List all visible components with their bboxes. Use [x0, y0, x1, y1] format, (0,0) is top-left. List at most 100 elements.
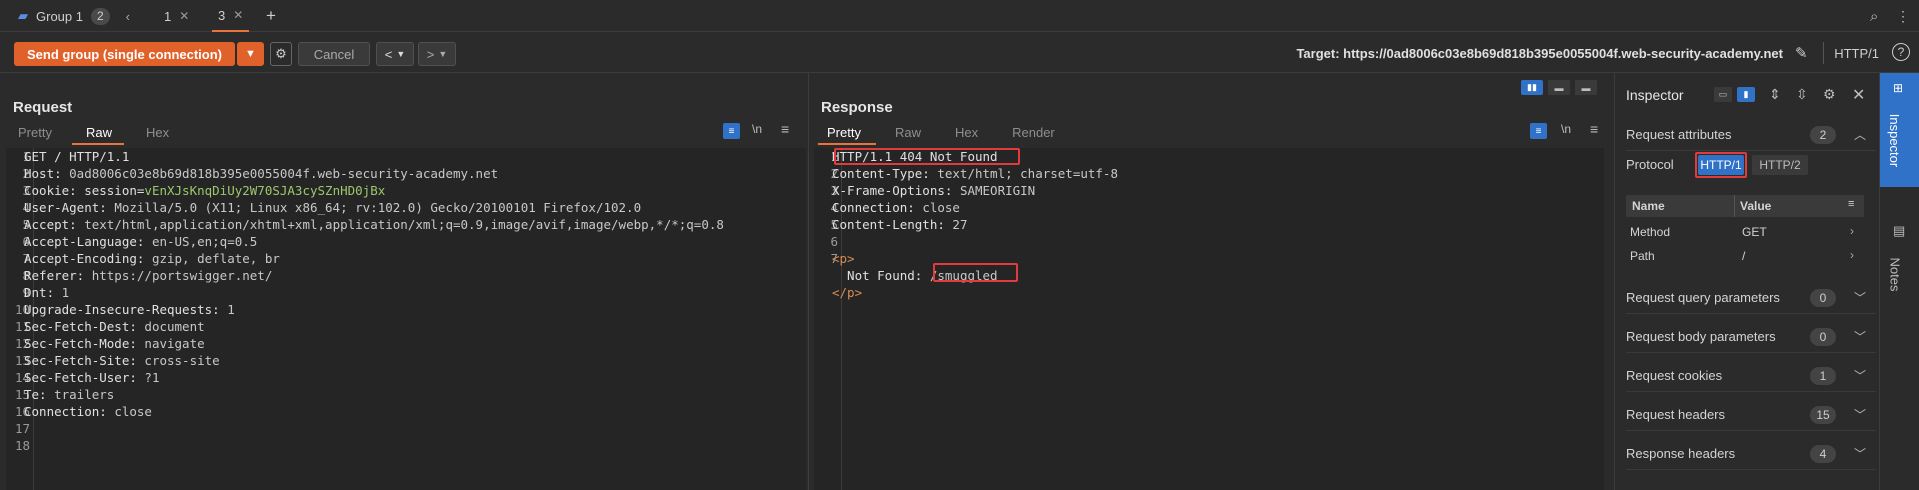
- active-tab-indicator: [72, 143, 124, 145]
- count-badge: 0: [1810, 288, 1836, 307]
- toolbar-divider: [1823, 42, 1824, 64]
- tab-pretty[interactable]: Pretty: [1, 125, 69, 140]
- edit-pencil-icon[interactable]: ✎: [1795, 44, 1808, 62]
- inspector-side-tab[interactable]: ⊞ Inspector: [1880, 73, 1919, 187]
- add-tab-button[interactable]: +: [266, 0, 276, 32]
- line-key: Accept-Encoding:: [24, 251, 152, 266]
- tab-hex[interactable]: Hex: [938, 125, 995, 140]
- table-row[interactable]: Path / ›: [1626, 245, 1864, 267]
- inspector-layout-icon[interactable]: ▭: [1714, 87, 1732, 102]
- response-view-tabs: Pretty Raw Hex Render: [810, 125, 1072, 140]
- line-value: vEnXJsKnqDiUy2W70SJA3cySZnHD0jBx: [144, 183, 386, 198]
- layout-side-by-side-icon[interactable]: ▮▮: [1521, 80, 1543, 95]
- chevron-down-icon: ﹀: [1853, 447, 1866, 461]
- send-group-button[interactable]: Send group (single connection): [14, 42, 235, 66]
- close-icon[interactable]: ✕: [1852, 85, 1865, 105]
- request-editor[interactable]: 1 GET / HTTP/1.1 2 Host: 0ad8006c03e8b69d81…: [6, 148, 806, 490]
- code-line: Dnt: 1: [24, 285, 69, 300]
- tab-hex[interactable]: Hex: [129, 125, 186, 140]
- send-dropdown-chevron-icon[interactable]: ▼: [237, 42, 264, 66]
- side-panel-tabs: ⊞ Inspector ▤ Notes: [1879, 73, 1919, 490]
- attr-name: Path: [1630, 249, 1655, 263]
- line-key: Sec-Fetch-Site:: [24, 353, 145, 368]
- menu-icon[interactable]: ≡: [1590, 121, 1598, 137]
- newline-toggle-icon[interactable]: \n: [1561, 122, 1571, 136]
- protocol-http2-option[interactable]: HTTP/2: [1752, 155, 1808, 175]
- section-label: Request body parameters: [1626, 329, 1776, 344]
- tab-3[interactable]: 3 ✕: [212, 0, 250, 32]
- protocol-label[interactable]: HTTP/1: [1834, 46, 1879, 61]
- collapse-icon[interactable]: ⇳: [1796, 86, 1808, 103]
- menu-icon[interactable]: ≡: [781, 121, 789, 137]
- request-body-parameters-section[interactable]: Request body parameters 0 ﹀: [1626, 321, 1876, 353]
- wrap-lines-icon[interactable]: ≡: [1530, 123, 1547, 139]
- inspector-layout-active-icon[interactable]: ▮: [1737, 87, 1755, 102]
- column-divider: [1734, 195, 1735, 217]
- help-icon[interactable]: ?: [1892, 43, 1910, 61]
- attr-value: GET: [1742, 225, 1767, 239]
- tab-raw[interactable]: Raw: [69, 125, 129, 140]
- code-line: Cookie: session=vEnXJsKnqDiUy2W70SJA3cyS…: [24, 183, 385, 198]
- forward-history-button[interactable]: > ▼: [418, 42, 456, 66]
- response-editor[interactable]: 1 HTTP/1.1 404 Not Found 2 Content-Type: te…: [814, 148, 1604, 490]
- line-value: text/html,application/xhtml+xml,applicat…: [84, 217, 724, 232]
- expand-icon[interactable]: ⇕: [1769, 86, 1781, 103]
- code-line: Referer: https://portswigger.net/: [24, 268, 272, 283]
- tab-group-1[interactable]: ▰ Group 1 2 ‹: [18, 0, 130, 32]
- line-key: Not Found:: [832, 268, 930, 283]
- code-line: <p>: [832, 251, 855, 266]
- tab-render[interactable]: Render: [995, 125, 1072, 140]
- notes-side-tab[interactable]: ▤ Notes: [1880, 223, 1919, 333]
- code-line: Content-Type: text/html; charset=utf-8: [832, 166, 1118, 181]
- line-value: Mozilla/5.0 (X11; Linux x86_64; rv:102.0…: [114, 200, 642, 215]
- layout-tabs-icon[interactable]: ▬: [1575, 80, 1597, 95]
- chevron-left-icon: <: [384, 46, 393, 62]
- search-icon[interactable]: ⌕: [1870, 0, 1878, 32]
- layout-stacked-icon[interactable]: ▬: [1548, 80, 1570, 95]
- active-tab-indicator: [818, 143, 876, 145]
- tab-pretty[interactable]: Pretty: [810, 125, 878, 140]
- panel-divider[interactable]: [1614, 73, 1615, 490]
- chevron-down-icon: ﹀: [1853, 408, 1866, 422]
- line-value: navigate: [144, 336, 205, 351]
- line-value: en-US,en;q=0.5: [151, 234, 258, 249]
- line-key: Accept-Language:: [24, 234, 152, 249]
- request-attributes-header[interactable]: Request attributes 2 ︿: [1626, 119, 1876, 151]
- protocol-http1-option[interactable]: HTTP/1: [1698, 155, 1744, 175]
- cancel-button[interactable]: Cancel: [298, 42, 370, 66]
- close-icon[interactable]: ✕: [179, 9, 189, 23]
- more-options-icon[interactable]: ⋮: [1896, 0, 1910, 32]
- line-value: cross-site: [144, 353, 220, 368]
- count-badge: 4: [1810, 444, 1836, 463]
- request-headers-section[interactable]: Request headers 15 ﹀: [1626, 399, 1876, 431]
- request-query-parameters-section[interactable]: Request query parameters 0 ﹀: [1626, 282, 1876, 314]
- line-key: User-Agent:: [24, 200, 115, 215]
- filter-icon[interactable]: ≡: [1848, 198, 1854, 210]
- line-key: X-Frame-Options:: [832, 183, 960, 198]
- line-value: 1: [61, 285, 70, 300]
- code-line: Accept-Language: en-US,en;q=0.5: [24, 234, 257, 249]
- line-key: Connection:: [24, 404, 115, 419]
- close-icon[interactable]: ✕: [233, 8, 243, 22]
- table-row[interactable]: Method GET ›: [1626, 221, 1864, 243]
- line-key: Upgrade-Insecure-Requests:: [24, 302, 228, 317]
- panel-divider[interactable]: [808, 73, 809, 490]
- line-value: ?1: [144, 370, 160, 385]
- gear-icon[interactable]: ⚙: [1823, 86, 1836, 103]
- count-badge: 0: [1810, 327, 1836, 346]
- line-key: Connection:: [832, 200, 923, 215]
- inspector-title: Inspector: [1626, 87, 1684, 103]
- back-history-button[interactable]: < ▼: [376, 42, 414, 66]
- tab-1[interactable]: 1 ✕: [164, 0, 189, 32]
- line-key: Cookie: session=: [24, 183, 145, 198]
- chevron-down-icon: ▼: [396, 49, 406, 59]
- wrap-lines-icon[interactable]: ≡: [723, 123, 740, 139]
- response-headers-section[interactable]: Response headers 4 ﹀: [1626, 438, 1876, 470]
- request-cookies-section[interactable]: Request cookies 1 ﹀: [1626, 360, 1876, 392]
- tab-raw[interactable]: Raw: [878, 125, 938, 140]
- gear-icon[interactable]: ⚙: [270, 42, 292, 66]
- newline-toggle-icon[interactable]: \n: [752, 122, 762, 136]
- chevron-down-icon: ﹀: [1853, 369, 1866, 383]
- code-line: Sec-Fetch-User: ?1: [24, 370, 159, 385]
- chevron-left-icon[interactable]: ‹: [126, 9, 130, 24]
